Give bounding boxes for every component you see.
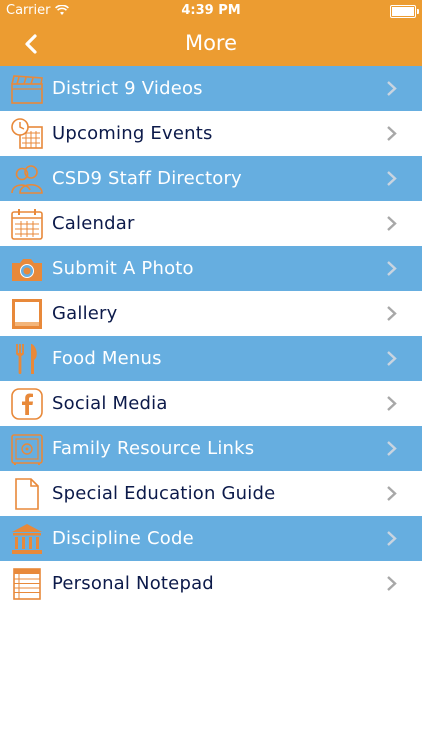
menu-item-label: CSD9 Staff Directory <box>52 168 242 189</box>
calendar-icon <box>11 209 43 240</box>
menu-item-submit-a-photo[interactable]: Submit A Photo <box>0 246 422 291</box>
courthouse-icon <box>12 524 42 554</box>
menu-item-gallery[interactable]: Gallery <box>0 291 422 336</box>
clapperboard-icon <box>11 75 43 104</box>
chevron-right-icon <box>387 351 397 366</box>
menu-item-label: Food Menus <box>52 348 162 369</box>
menu-list: District 9 Videos Upcoming Events CSD9 S… <box>0 66 422 606</box>
menu-item-label: Special Education Guide <box>52 483 276 504</box>
people-icon <box>11 165 43 194</box>
menu-item-label: Discipline Code <box>52 528 194 549</box>
chevron-right-icon <box>387 441 397 456</box>
battery-fill <box>392 7 414 16</box>
battery-icon <box>390 5 419 18</box>
menu-item-label: Submit A Photo <box>52 258 194 279</box>
menu-item-personal-notepad[interactable]: Personal Notepad <box>0 561 422 606</box>
status-bar: Carrier 4:39 PM <box>0 0 422 22</box>
facebook-icon <box>11 388 43 420</box>
chevron-right-icon <box>387 486 397 501</box>
chevron-right-icon <box>387 126 397 141</box>
menu-item-discipline-code[interactable]: Discipline Code <box>0 516 422 561</box>
menu-item-calendar[interactable]: Calendar <box>0 201 422 246</box>
menu-item-staff-directory[interactable]: CSD9 Staff Directory <box>0 156 422 201</box>
safe-icon <box>11 434 43 465</box>
menu-item-special-education-guide[interactable]: Special Education Guide <box>0 471 422 516</box>
fork-knife-icon <box>16 344 37 374</box>
navigation-bar: More <box>0 22 422 66</box>
camera-icon <box>12 259 42 281</box>
page-title: More <box>184 31 238 55</box>
document-icon <box>15 478 39 510</box>
menu-item-district-9-videos[interactable]: District 9 Videos <box>0 66 422 111</box>
menu-item-food-menus[interactable]: Food Menus <box>0 336 422 381</box>
menu-item-label: District 9 Videos <box>52 78 203 99</box>
chevron-right-icon <box>387 576 397 591</box>
chevron-right-icon <box>387 171 397 186</box>
chevron-right-icon <box>387 306 397 321</box>
clock: 4:39 PM <box>181 3 241 18</box>
menu-item-label: Gallery <box>52 303 118 324</box>
chevron-right-icon <box>387 81 397 96</box>
chevron-right-icon <box>387 216 397 231</box>
chevron-right-icon <box>387 396 397 411</box>
calendar-clock-icon <box>11 118 43 149</box>
menu-item-upcoming-events[interactable]: Upcoming Events <box>0 111 422 156</box>
menu-item-family-resource-links[interactable]: Family Resource Links <box>0 426 422 471</box>
picture-frame-icon <box>12 299 42 329</box>
menu-item-label: Upcoming Events <box>52 123 213 144</box>
menu-item-label: Social Media <box>52 393 168 414</box>
menu-item-social-media[interactable]: Social Media <box>0 381 422 426</box>
menu-item-label: Personal Notepad <box>52 573 214 594</box>
chevron-right-icon <box>387 261 397 276</box>
notepad-icon <box>13 568 41 600</box>
menu-item-label: Family Resource Links <box>52 438 255 459</box>
menu-item-label: Calendar <box>52 213 135 234</box>
chevron-right-icon <box>387 531 397 546</box>
